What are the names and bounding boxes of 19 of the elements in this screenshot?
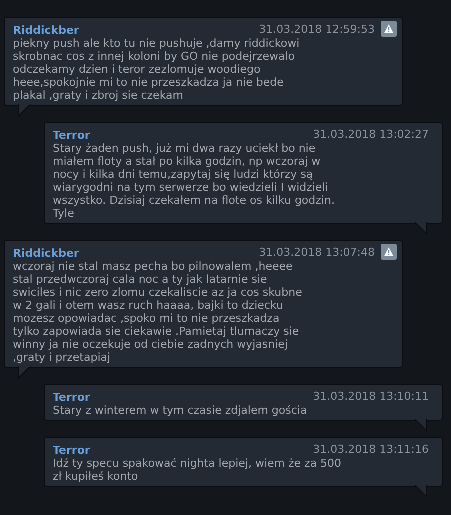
report-button[interactable] xyxy=(381,244,397,260)
message-time: 31.03.2018 13:02:27 xyxy=(313,128,429,142)
author-name: Terror xyxy=(53,444,90,457)
warning-icon xyxy=(384,24,394,34)
author-name: Riddickber xyxy=(13,247,80,260)
author-name: Terror xyxy=(53,391,90,404)
author-name: Riddickber xyxy=(13,24,80,37)
message-text: Stary z winterem w tym czasie zdjalem gościa xyxy=(53,404,308,417)
message-text: Idź ty specu spakować nighta lepiej, wiem że za 500 zł kupiłeś konto xyxy=(53,457,343,483)
message-time: 31.03.2018 13:10:11 xyxy=(313,390,429,404)
warning-icon xyxy=(384,247,394,257)
message-text: Stary żaden push, już mi dwa razy uciekł bo nie miałem floty a stał po kilka godzin, np wczoraj w nocy i kilka dni temu,zapytaj się ludzi którzy są wiarygodni na tym serwerze bo wiedzieli I widzieli wszystko. Dzisiaj czekałem na flote os kilku godzin. Tyle xyxy=(53,142,336,220)
message-text: wczoraj nie stal masz pecha bo pilnowalem ,heeee stal przedwczoraj cala noc a ty jak latarnie sie swiciles i nic zero zlomu czekaliscie az ja cos skubne w 2 gali i otem wasz ruch haaaa, bajki to dziecku mozesz opowiadac ,spoko mi to nie przeszkadza tylko zapowiada sie ciekawie .Pamietaj tlumaczy sie winny ja nie oczekuje od ciebie zadnych wyjasniej ,graty i przetapiaj xyxy=(13,260,304,364)
message-time: 31.03.2018 13:11:16 xyxy=(313,443,429,457)
message-text: piekny push ale kto tu nie pushuje ,damy riddickowi skrobnac cos z innej koloni by GO nie podejrzewalo odczekamy dzien i teror zezlomuje woodiego heee,spokojnie mi to nie przeszkadza ja nie bede plakal ,graty i zbroj sie czekam xyxy=(13,37,301,102)
message-time: 31.03.2018 12:59:53 xyxy=(259,23,375,37)
message-time: 31.03.2018 13:07:48 xyxy=(259,246,375,260)
author-name: Terror xyxy=(53,129,90,142)
report-button[interactable] xyxy=(381,21,397,37)
